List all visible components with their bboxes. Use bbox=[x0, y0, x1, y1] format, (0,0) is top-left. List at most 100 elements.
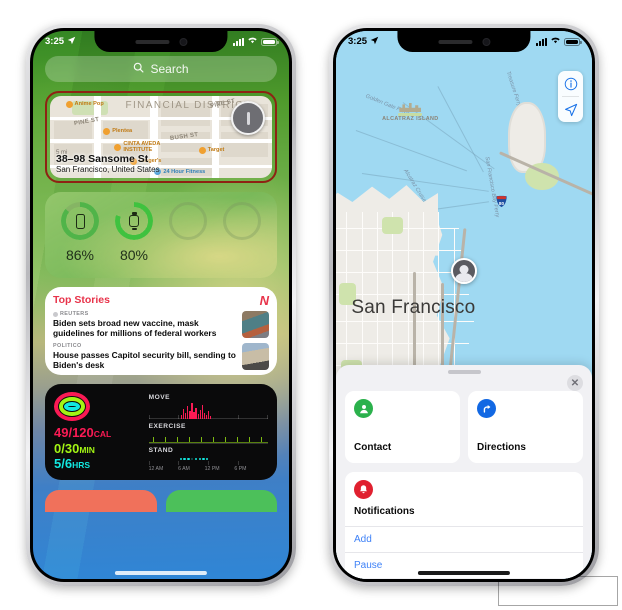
home-indicator[interactable] bbox=[114, 571, 208, 575]
screen-maps-app: Golden Gate Ferry Treasure Ferry Alcatra… bbox=[336, 31, 592, 579]
map-poi[interactable]: Target bbox=[198, 146, 224, 154]
notifications-list: Notifications Add Pause bbox=[345, 472, 583, 579]
battery-ring-empty-2 bbox=[223, 202, 261, 240]
news-source: POLITICO bbox=[53, 342, 82, 349]
fitness-stat-move: 49/120CAL bbox=[54, 425, 112, 441]
news-headline: Biden sets broad new vaccine, mask guide… bbox=[53, 318, 217, 339]
chart-label-exercise: EXERCISE bbox=[148, 422, 186, 430]
cellular-signal-icon bbox=[536, 37, 547, 46]
status-time: 3:25 bbox=[348, 36, 368, 47]
today-view: Search FINANCIAL DISTRICT PINE ST PINE S… bbox=[33, 31, 289, 579]
wifi-icon bbox=[247, 36, 258, 47]
batteries-widget[interactable]: 86% 80% bbox=[45, 192, 277, 278]
screen-today-view: 3:25 Search FINANCIAL DISTRICT PINE ST P… bbox=[33, 31, 289, 579]
stand-dots bbox=[179, 457, 209, 460]
activity-rings-icon bbox=[54, 392, 90, 422]
person-icon bbox=[354, 399, 373, 419]
news-widget[interactable]: Top Stories N REUTERS Biden sets broad n… bbox=[45, 287, 277, 375]
time-axis: 12 AM 6 AM 12 PM 6 PM bbox=[148, 466, 247, 472]
widget-peek-orange[interactable] bbox=[45, 490, 157, 512]
battery-ring-empty-1 bbox=[169, 202, 207, 240]
chart-move: MOVE bbox=[148, 394, 268, 419]
poi-pin-icon bbox=[198, 146, 206, 154]
chart-stand: STAND 12 AM 6 AM 12 PM 6 PM bbox=[148, 447, 268, 472]
annotation-highlight-box: FINANCIAL DISTRICT PINE ST PINE ST BUSH … bbox=[45, 91, 277, 183]
watermark-box bbox=[498, 576, 618, 606]
front-camera bbox=[178, 37, 187, 46]
chart-label-move: MOVE bbox=[148, 394, 171, 401]
front-camera bbox=[481, 37, 490, 46]
cellular-signal-icon bbox=[233, 37, 244, 46]
earpiece-speaker bbox=[134, 39, 169, 44]
highway-shield-80: 80 bbox=[495, 195, 508, 208]
poi-pin-icon bbox=[65, 100, 73, 108]
status-left: 3:25 bbox=[348, 36, 379, 48]
battery-percent-watch: 80% bbox=[119, 247, 149, 263]
news-header: Top Stories N bbox=[53, 294, 269, 307]
widget-row-peek bbox=[45, 490, 277, 512]
directions-label: Directions bbox=[477, 442, 526, 454]
iphone-left-widgets: 3:25 Search FINANCIAL DISTRICT PINE ST P… bbox=[26, 24, 296, 586]
search-icon bbox=[133, 62, 144, 76]
map-poi[interactable]: Plentea bbox=[103, 127, 132, 135]
alcatraz-island-label: ALCATRAZ ISLAND bbox=[382, 102, 439, 122]
wifi-icon bbox=[550, 36, 561, 47]
location-arrow-icon bbox=[370, 36, 379, 48]
battery-icon bbox=[564, 37, 582, 46]
status-right bbox=[233, 36, 279, 47]
notifications-header[interactable]: Notifications bbox=[345, 472, 583, 526]
svg-text:80: 80 bbox=[499, 201, 505, 206]
phone-bezel: 3:25 Search FINANCIAL DISTRICT PINE ST P… bbox=[30, 28, 292, 582]
source-logo-icon bbox=[53, 311, 58, 317]
status-left: 3:25 bbox=[45, 36, 76, 48]
info-icon[interactable] bbox=[558, 71, 583, 96]
iphone-icon bbox=[75, 213, 85, 229]
poi-pin-icon bbox=[114, 144, 122, 152]
contact-label: Contact bbox=[354, 442, 392, 454]
poi-pin-icon bbox=[103, 127, 111, 135]
map-poi[interactable]: 24 Hour Fitness bbox=[154, 168, 205, 176]
chart-label-stand: STAND bbox=[148, 447, 174, 454]
news-story[interactable]: REUTERS Biden sets broad new vaccine, ma… bbox=[53, 311, 269, 339]
location-arrow-icon[interactable] bbox=[558, 97, 583, 122]
widget-peek-green[interactable] bbox=[165, 490, 277, 512]
notch bbox=[397, 31, 531, 52]
status-right bbox=[536, 36, 582, 47]
search-input[interactable]: Search bbox=[45, 56, 277, 82]
contact-card[interactable]: Contact bbox=[345, 391, 460, 464]
news-source: REUTERS bbox=[53, 311, 236, 317]
apple-news-icon: N bbox=[259, 293, 269, 308]
home-indicator[interactable] bbox=[417, 571, 511, 575]
fitness-widget[interactable]: 49/120CAL 0/30MIN 5/6HRS MOVE EXERCISE S… bbox=[45, 384, 277, 480]
battery-rings bbox=[53, 202, 269, 240]
map-poi[interactable]: Anime Pop bbox=[65, 100, 104, 108]
notifications-label: Notifications bbox=[354, 506, 415, 518]
news-headline: House passes Capitol security bill, send… bbox=[53, 349, 236, 370]
add-notification-row[interactable]: Add bbox=[345, 526, 583, 552]
contact-avatar-pin[interactable] bbox=[231, 101, 265, 135]
battery-percentages: 86% 80% bbox=[53, 247, 269, 263]
search-placeholder: Search bbox=[150, 62, 189, 76]
close-icon[interactable]: ✕ bbox=[567, 375, 583, 392]
fitness-stats: 49/120CAL 0/30MIN 5/6HRS bbox=[54, 426, 140, 472]
maps-widget[interactable]: FINANCIAL DISTRICT PINE ST PINE ST BUSH … bbox=[50, 96, 272, 178]
bell-icon bbox=[354, 480, 373, 500]
notch bbox=[94, 31, 228, 52]
map-address-block: 38–98 Sansome St San Francisco, United S… bbox=[56, 153, 160, 174]
status-time: 3:25 bbox=[45, 36, 65, 47]
battery-percent-iphone: 86% bbox=[65, 247, 95, 263]
exercise-line bbox=[148, 436, 268, 443]
alcatraz-icon bbox=[399, 103, 422, 113]
chart-exercise: EXERCISE bbox=[148, 422, 268, 444]
map-city: San Francisco, United States bbox=[56, 165, 160, 174]
directions-card[interactable]: Directions bbox=[468, 391, 583, 464]
location-arrow-icon bbox=[67, 36, 76, 48]
news-title: Top Stories bbox=[53, 294, 110, 306]
screenshot-stage: 3:25 Search FINANCIAL DISTRICT PINE ST P… bbox=[0, 0, 622, 610]
sheet-grabber[interactable] bbox=[447, 370, 481, 375]
directions-arrow-icon bbox=[477, 399, 496, 419]
earpiece-speaker bbox=[437, 39, 472, 44]
news-story[interactable]: POLITICO House passes Capitol security b… bbox=[53, 342, 269, 371]
iphone-right-maps: Golden Gate Ferry Treasure Ferry Alcatra… bbox=[329, 24, 599, 586]
map-poi[interactable]: CINTA AVEDA INSTITUTE bbox=[114, 141, 160, 154]
